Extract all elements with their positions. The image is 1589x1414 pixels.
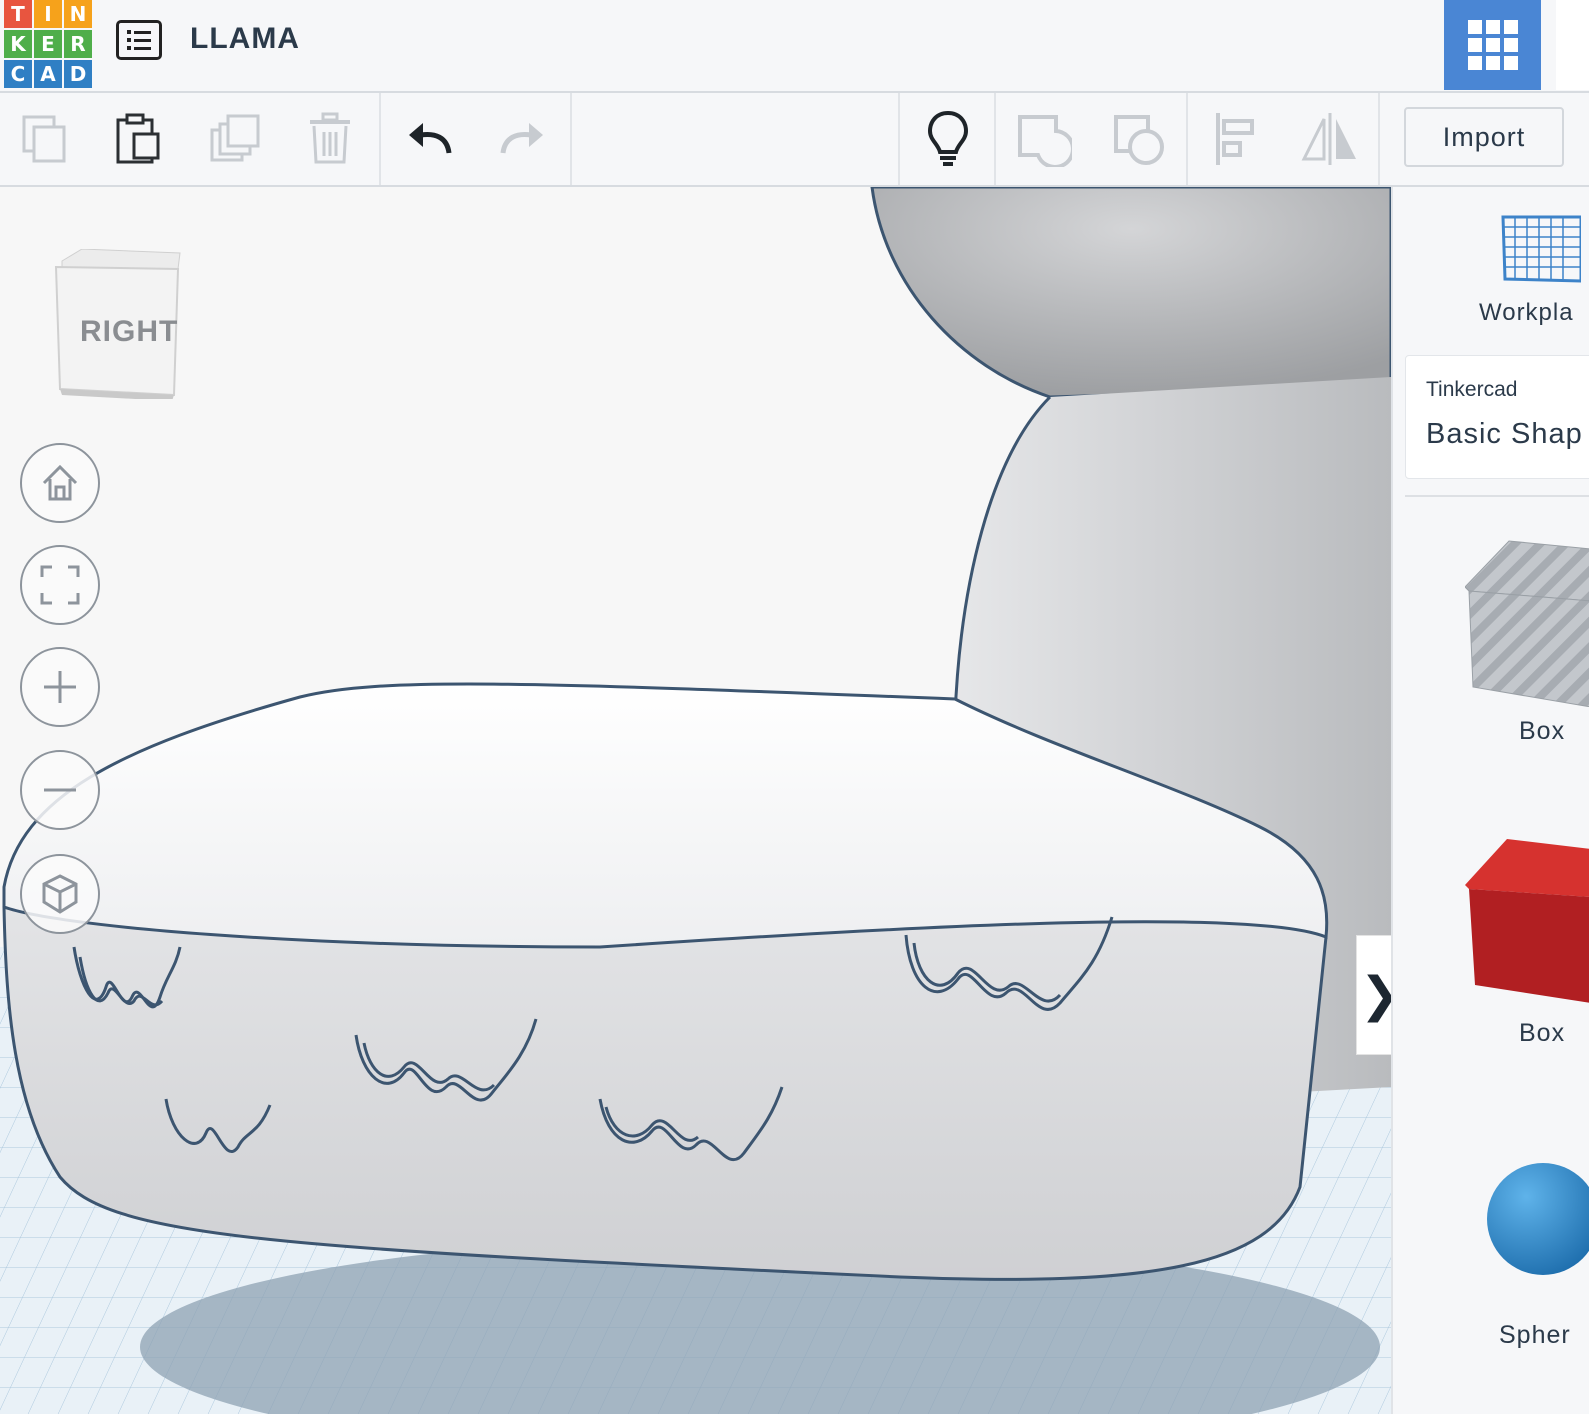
edit-toolbar: Import [0,93,1589,187]
logo-letter: N [64,0,92,28]
top-bar: T I N K E R C A D LLAMA [0,0,1589,93]
shape-label: Box [1519,1019,1566,1047]
redo-button[interactable] [476,93,568,185]
library-name-label: Basic Shap [1426,418,1583,450]
box-shape-icon [1465,839,1589,1003]
panel-collapse-tab[interactable]: ❯ [1356,935,1391,1055]
shape-library-selector[interactable]: Tinkercad Basic Shap [1405,355,1589,479]
workplane-label: Workpla [1479,299,1574,326]
shape-label: Box [1519,717,1566,745]
shape-label: Spher [1499,1321,1571,1349]
chevron-right-icon: ❯ [1360,967,1391,1023]
import-button[interactable]: Import [1404,107,1564,167]
ungroup-icon [1114,115,1164,165]
undo-button[interactable] [384,93,476,185]
zoom-out-button[interactable] [20,750,100,830]
ungroup-button[interactable] [1094,93,1186,185]
duplicate-icon [210,114,260,162]
logo-letter: K [4,30,32,58]
copy-icon [22,115,66,163]
grid-icon [1468,20,1518,70]
duplicate-button[interactable] [190,93,282,185]
mirror-button[interactable] [1284,93,1376,185]
list-icon [127,30,151,50]
view-cube-face-label[interactable]: RIGHT [80,315,178,349]
paste-button[interactable] [92,93,184,185]
logo-letter: C [4,60,32,88]
trash-icon [310,112,350,164]
zoom-out-icon [44,788,76,792]
logo-letter: A [34,60,62,88]
logo-letter: T [4,0,32,28]
home-icon [42,464,78,501]
redo-icon [500,123,543,154]
logo-letter: I [34,0,62,28]
zoom-in-icon [44,671,76,703]
fit-icon [40,565,80,605]
paste-icon [116,113,160,164]
logo-letter: D [64,60,92,88]
home-view-button[interactable] [20,443,100,523]
perspective-icon [42,874,78,914]
panel-divider [1405,495,1589,497]
notes-button[interactable] [902,93,994,185]
zoom-in-button[interactable] [20,647,100,727]
box-hole-shape-icon [1465,540,1589,707]
delete-button[interactable] [284,93,376,185]
logo-letter: E [34,30,62,58]
group-button[interactable] [998,93,1090,185]
tinkercad-logo[interactable]: T I N K E R C A D [4,0,92,88]
fit-view-button[interactable] [20,545,100,625]
undo-icon [409,123,452,154]
logo-letter: R [64,30,92,58]
sphere-shape-icon [1487,1163,1589,1275]
3d-viewport[interactable]: RIGHT ❯ [0,187,1391,1414]
lightbulb-icon [927,110,969,166]
project-title[interactable]: LLAMA [190,22,300,56]
group-icon [1018,115,1072,167]
workplane-icon [1501,215,1581,283]
perspective-button[interactable] [20,854,100,934]
top-bar-edge [1556,0,1589,90]
workplane-scene[interactable] [0,187,1391,1414]
align-button[interactable] [1190,93,1282,185]
align-icon [1216,113,1254,165]
library-source-label: Tinkercad [1426,378,1518,401]
grid-view-button[interactable] [1444,0,1541,90]
shapes-panel: Workpla Tinkercad Basic Shap Box Box Sph… [1391,187,1589,1414]
copy-button[interactable] [0,93,92,185]
design-menu-button[interactable] [116,20,162,60]
mirror-icon [1301,113,1356,165]
